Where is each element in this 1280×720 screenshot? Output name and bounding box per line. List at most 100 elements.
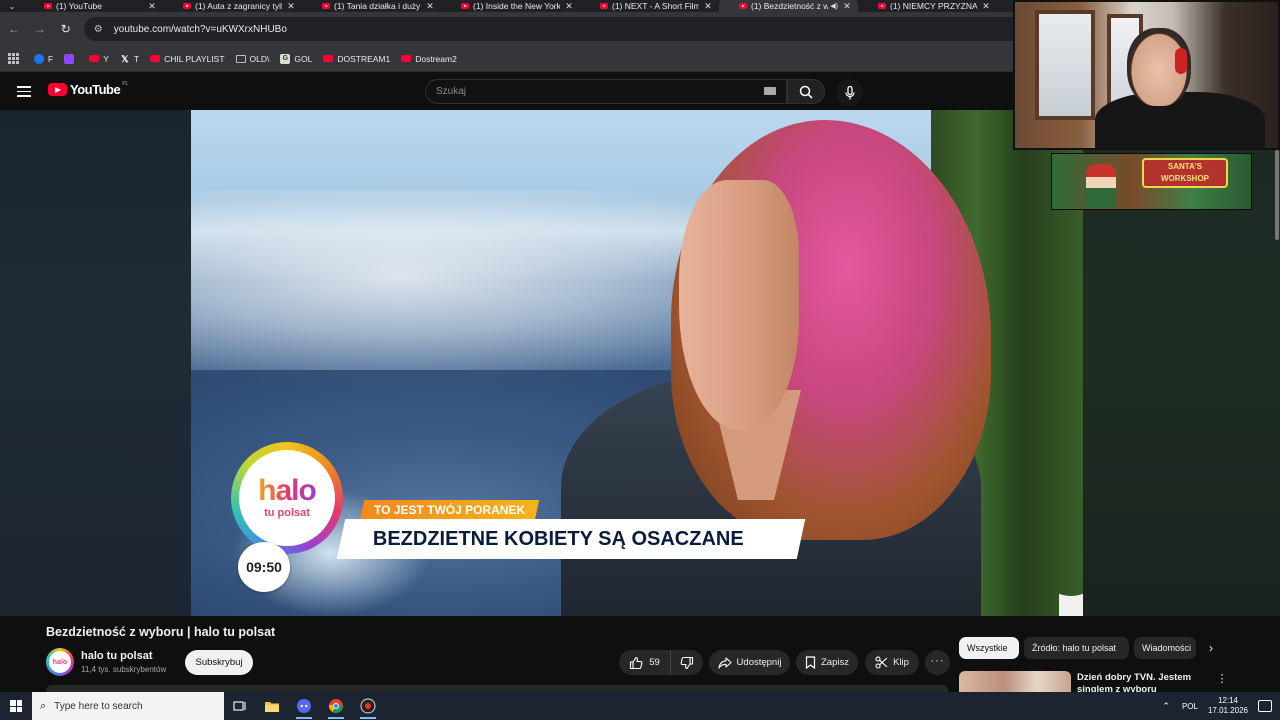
channel-name[interactable]: halo tu polsat <box>81 650 153 662</box>
video-title: Bezdzietność z wyboru | halo tu polsat <box>46 625 276 639</box>
youtube-logo[interactable]: YouTube PL <box>48 80 129 97</box>
close-tab-icon[interactable]: ✕ <box>425 1 435 12</box>
close-tab-icon[interactable]: ✕ <box>981 1 991 12</box>
channel-avatar[interactable]: halo <box>46 648 74 676</box>
more-vert-icon[interactable]: ⋮ <box>1214 672 1230 688</box>
thumbs-down-icon <box>680 656 694 669</box>
youtube-icon <box>150 55 161 62</box>
tab-title: (1) NIEMCY PRZYZNAJĄ S <box>890 1 977 11</box>
chevron-right-icon[interactable]: › <box>1200 637 1222 659</box>
folder-icon <box>235 54 246 63</box>
bookmark-dostream1[interactable]: DOSTREAM1 <box>323 54 390 64</box>
logo-word: halo <box>258 474 317 507</box>
youtube-favicon-icon <box>739 3 747 9</box>
bookmark-label: Y <box>103 53 109 64</box>
menu-icon[interactable] <box>17 86 31 97</box>
tab-title: (1) NEXT - A Short Film o <box>612 1 699 11</box>
tab-title: (1) Tania działka i duży do <box>334 1 421 11</box>
save-button[interactable]: Zapisz <box>796 650 858 675</box>
taskbar-clock[interactable]: 12:14 17.01.2026 <box>1208 696 1248 716</box>
taskbar-time: 12:14 <box>1217 696 1238 705</box>
keyboard-icon[interactable] <box>764 87 776 95</box>
chip-all[interactable]: Wszystkie <box>959 637 1019 659</box>
search-icon: ⌕ <box>40 699 47 712</box>
chevron-up-icon[interactable]: ⌃ <box>1162 701 1170 712</box>
windows-logo-icon <box>10 700 22 712</box>
tab-bezdzietnosc-active[interactable]: (1) Bezdzietność z wy ◀) ✕ <box>719 0 858 12</box>
close-tab-icon[interactable]: ✕ <box>842 1 852 12</box>
search-input[interactable]: Szukaj <box>425 79 787 104</box>
chip-news[interactable]: Wiadomości <box>1134 637 1196 659</box>
search-placeholder: Szukaj <box>436 86 467 97</box>
site-settings-icon[interactable]: ⚙ <box>94 24 106 35</box>
bookmark-gol[interactable]: G GOL <box>280 53 312 64</box>
notification-icon[interactable] <box>1258 700 1272 712</box>
ambient-glow-left <box>0 110 191 616</box>
bookmark-f[interactable]: F <box>34 53 53 64</box>
scissors-icon <box>875 656 888 669</box>
close-tab-icon[interactable]: ✕ <box>564 1 574 12</box>
tab-new-york[interactable]: (1) Inside the New York Ti ✕ <box>441 0 580 12</box>
video-player[interactable]: halo tu polsat 09:50 TO JEST TWÓJ PORANE… <box>191 110 1083 616</box>
bookmark-t[interactable]: 𝕏T <box>120 54 139 64</box>
headline-text: BEZDZIETNE KOBIETY SĄ OSACZANE <box>373 527 744 550</box>
bookmark-chil-playlist[interactable]: CHIL PLAYLIST <box>150 53 225 64</box>
recommendation-thumbnail[interactable] <box>959 671 1071 693</box>
bookmark-twitch[interactable] <box>64 53 78 64</box>
subscribe-button[interactable]: Subskrybuj <box>185 650 253 675</box>
kicker-text: TO JEST TWÓJ PORANEK <box>374 503 526 517</box>
tab-youtube-home[interactable]: (1) YouTube ✕ <box>24 0 163 12</box>
url-text: youtube.com/watch?v=uKWXrxNHUBo <box>113 23 287 35</box>
more-actions-icon[interactable]: ··· <box>925 650 950 675</box>
back-arrow-icon[interactable]: ← <box>2 17 26 41</box>
tab-auta[interactable]: (1) Auta z zagranicy tylko ✕ <box>163 0 302 12</box>
tab-dzialka[interactable]: (1) Tania działka i duży do ✕ <box>302 0 441 12</box>
apps-grid-icon[interactable] <box>8 52 20 65</box>
bookmark-dostream2[interactable]: Dostream2 <box>401 54 457 64</box>
chip-source[interactable]: Źródło: halo tu polsat <box>1024 637 1129 659</box>
chrome-icon[interactable] <box>320 692 352 720</box>
tab-niemcy[interactable]: (1) NIEMCY PRZYZNAJĄ S ✕ <box>858 0 997 12</box>
like-button[interactable]: 59 <box>619 650 671 675</box>
discord-chrome-icon[interactable] <box>288 692 320 720</box>
start-button[interactable] <box>0 692 32 720</box>
save-label: Zapisz <box>821 657 849 668</box>
system-tray: ⌃ POL 12:14 17.01.2026 <box>1162 692 1280 720</box>
santas-workshop-overlay: SANTA'S WORKSHOP <box>1051 153 1252 210</box>
recommendation-title[interactable]: Dzień dobry TVN. Jestem singlem z wyboru <box>1077 672 1197 692</box>
youtube-favicon-icon <box>322 3 330 9</box>
tab-next-short-film[interactable]: (1) NEXT - A Short Film o ✕ <box>580 0 719 12</box>
bookmark-y[interactable]: Y <box>89 54 109 64</box>
youtube-favicon-icon <box>461 3 469 9</box>
youtube-icon <box>323 55 334 62</box>
clip-button[interactable]: Klip <box>865 650 919 675</box>
obs-record-icon[interactable] <box>352 692 384 720</box>
language-indicator[interactable]: POL <box>1182 702 1198 711</box>
g-icon: G <box>280 53 291 64</box>
file-explorer-icon[interactable] <box>256 692 288 720</box>
task-view-icon[interactable] <box>224 692 256 720</box>
taskbar-search-placeholder: Type here to search <box>54 700 143 712</box>
bookmark-old-folder[interactable]: OLD\ <box>235 54 269 64</box>
search-button[interactable] <box>787 79 825 104</box>
country-code: PL <box>122 80 129 87</box>
bookmark-label: CHIL PLAYLIST <box>164 53 225 64</box>
taskbar-search[interactable]: ⌕ Type here to search <box>32 692 224 720</box>
dislike-button[interactable] <box>671 650 703 675</box>
audio-playing-icon[interactable]: ◀) <box>830 2 838 10</box>
page-scrollbar[interactable] <box>1275 150 1279 240</box>
reload-icon[interactable]: ↻ <box>54 17 78 41</box>
forward-arrow-icon[interactable]: → <box>28 17 52 41</box>
halo-tu-polsat-logo: halo tu polsat <box>231 442 343 554</box>
screen: ⌄ (1) YouTube ✕ (1) Auta z zagranicy tyl… <box>0 0 1280 720</box>
voice-search-button[interactable] <box>836 79 863 106</box>
santa-banner-text: SANTA'S WORKSHOP <box>1142 158 1228 188</box>
elf-figure <box>1086 164 1116 208</box>
close-tab-icon[interactable]: ✕ <box>703 1 713 12</box>
share-button[interactable]: Udostępnij <box>709 650 790 675</box>
tab-search-icon[interactable]: ⌄ <box>0 0 24 12</box>
search-icon <box>799 85 813 99</box>
close-tab-icon[interactable]: ✕ <box>147 1 157 12</box>
close-tab-icon[interactable]: ✕ <box>286 1 296 12</box>
webcam-window <box>1035 10 1095 120</box>
